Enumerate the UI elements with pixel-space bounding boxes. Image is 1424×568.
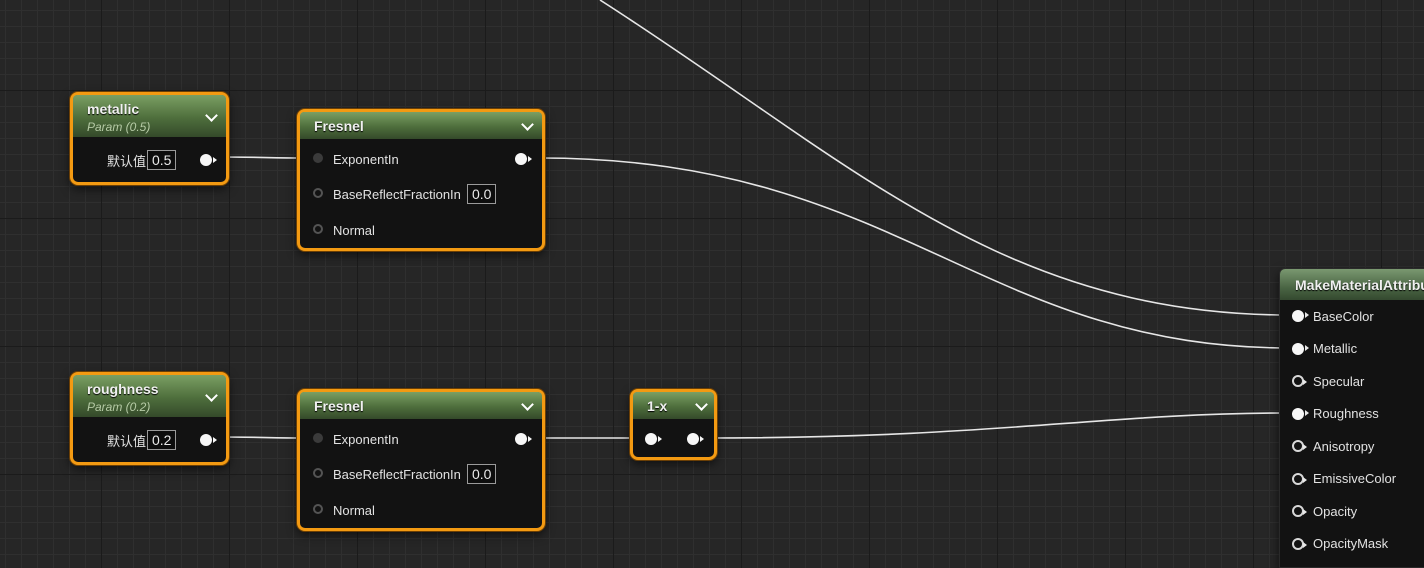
pin-label: BaseReflectFractionIn	[333, 186, 461, 202]
input-pin[interactable]	[313, 224, 323, 234]
node-header[interactable]: Fresnel	[300, 392, 542, 419]
input-pin-row-emissivecolor: EmissiveColor	[1280, 469, 1424, 489]
default-value-input[interactable]: 0.5	[147, 150, 177, 170]
node-title: Fresnel	[314, 397, 364, 414]
pin-label: ExponentIn	[333, 151, 399, 167]
pin-row	[633, 429, 714, 449]
fresnel-node-bottom[interactable]: Fresnel ExponentIn BaseReflectFractionIn…	[297, 389, 545, 531]
input-pin[interactable]	[1292, 537, 1307, 550]
pin-label: Normal	[333, 502, 375, 518]
pin-label: Roughness	[1313, 406, 1379, 421]
input-pin-row-opacity: Opacity	[1280, 501, 1424, 521]
default-value-label: 默认值	[107, 434, 147, 450]
pin-label: Specular	[1313, 373, 1365, 389]
wire-oneminus-to-roughness	[704, 412, 1291, 439]
fresnel-node-top[interactable]: Fresnel ExponentIn BaseReflectFractionIn…	[297, 109, 545, 251]
input-pin[interactable]	[1292, 505, 1307, 517]
pin-label: BaseColor	[1313, 308, 1374, 324]
node-title: MakeMaterialAttributes	[1295, 276, 1424, 293]
input-pin[interactable]	[313, 433, 323, 443]
node-header[interactable]: roughness Param (0.2)	[73, 375, 226, 417]
output-pin[interactable]	[515, 433, 532, 445]
metallic-param-node[interactable]: metallic Param (0.5) 默认值 0.5	[70, 92, 229, 185]
node-subtitle: Param (0.5)	[87, 120, 151, 134]
pin-row-normal: Normal	[300, 220, 542, 240]
chevron-down-icon[interactable]	[521, 397, 534, 411]
pin-label: BaseReflectFractionIn	[333, 466, 461, 482]
pin-label: OpacityMask	[1313, 536, 1389, 551]
pin-label: Anisotropy	[1313, 438, 1375, 454]
pin-label: ExponentIn	[333, 431, 399, 447]
node-header[interactable]: Fresnel	[300, 112, 542, 139]
output-pin[interactable]	[200, 154, 217, 166]
output-pin[interactable]	[687, 433, 704, 445]
pin-label: EmissiveColor	[1313, 471, 1397, 486]
input-pin[interactable]	[1292, 310, 1309, 322]
input-pin[interactable]	[1292, 472, 1307, 485]
input-pin-row-opacitymask: OpacityMask	[1280, 534, 1424, 554]
value-input[interactable]: 0.0	[467, 464, 497, 484]
input-pin-row-specular: Specular	[1280, 371, 1424, 391]
input-pin[interactable]	[313, 153, 323, 163]
wire-offscreen-to-basecolor	[599, 0, 1291, 316]
input-pin[interactable]	[1292, 342, 1309, 355]
value-input[interactable]: 0.0	[467, 184, 497, 204]
roughness-param-node[interactable]: roughness Param (0.2) 默认值 0.2	[70, 372, 229, 465]
input-pin-row-basecolor: BaseColor	[1280, 306, 1424, 326]
default-value-label: 默认值	[107, 154, 147, 170]
wire-roughness-to-fresnel	[217, 436, 306, 439]
node-header[interactable]: MakeMaterialAttributes	[1280, 269, 1424, 300]
node-title: 1-x	[647, 397, 668, 414]
chevron-down-icon[interactable]	[521, 117, 534, 131]
input-pin-row-anisotropy: Anisotropy	[1280, 436, 1424, 456]
output-pin[interactable]	[515, 153, 532, 165]
input-pin[interactable]	[313, 504, 323, 514]
pin-label: Metallic	[1313, 341, 1358, 356]
pin-row-exponent: ExponentIn	[300, 429, 542, 449]
pin-row-base-reflect: BaseReflectFractionIn 0.0	[300, 464, 542, 484]
input-pin[interactable]	[1292, 440, 1307, 452]
node-header[interactable]: 1-x	[633, 392, 714, 419]
input-pin[interactable]	[645, 433, 662, 445]
input-pin[interactable]	[313, 188, 323, 198]
input-pin-row-roughness: Roughness	[1280, 404, 1424, 424]
pin-row-normal: Normal	[300, 500, 542, 520]
connection-wires	[217, 0, 1291, 439]
node-header[interactable]: metallic Param (0.5)	[73, 95, 226, 137]
node-subtitle: Param (0.2)	[87, 400, 151, 414]
pin-row-exponent: ExponentIn	[300, 149, 542, 169]
input-pin-row-metallic: Metallic	[1280, 339, 1424, 359]
input-pin[interactable]	[1292, 375, 1307, 387]
default-value-row: 默认值 0.2	[73, 430, 226, 450]
pin-row-base-reflect: BaseReflectFractionIn 0.0	[300, 184, 542, 204]
node-title: Fresnel	[314, 117, 364, 134]
pin-label: Normal	[333, 222, 375, 238]
pin-label: Opacity	[1313, 503, 1358, 519]
input-pin[interactable]	[1292, 407, 1309, 420]
input-pin[interactable]	[313, 468, 323, 478]
output-pin[interactable]	[200, 434, 217, 446]
default-value-input[interactable]: 0.2	[147, 430, 177, 450]
one-minus-node[interactable]: 1-x	[630, 389, 717, 460]
default-value-row: 默认值 0.5	[73, 150, 226, 170]
wire-fresnel-top-to-metallic	[539, 157, 1291, 349]
chevron-down-icon[interactable]	[695, 397, 708, 411]
make-material-attributes-node[interactable]: MakeMaterialAttributes BaseColor Metallic…	[1279, 268, 1424, 568]
wire-metallic-to-fresnel	[217, 156, 306, 159]
